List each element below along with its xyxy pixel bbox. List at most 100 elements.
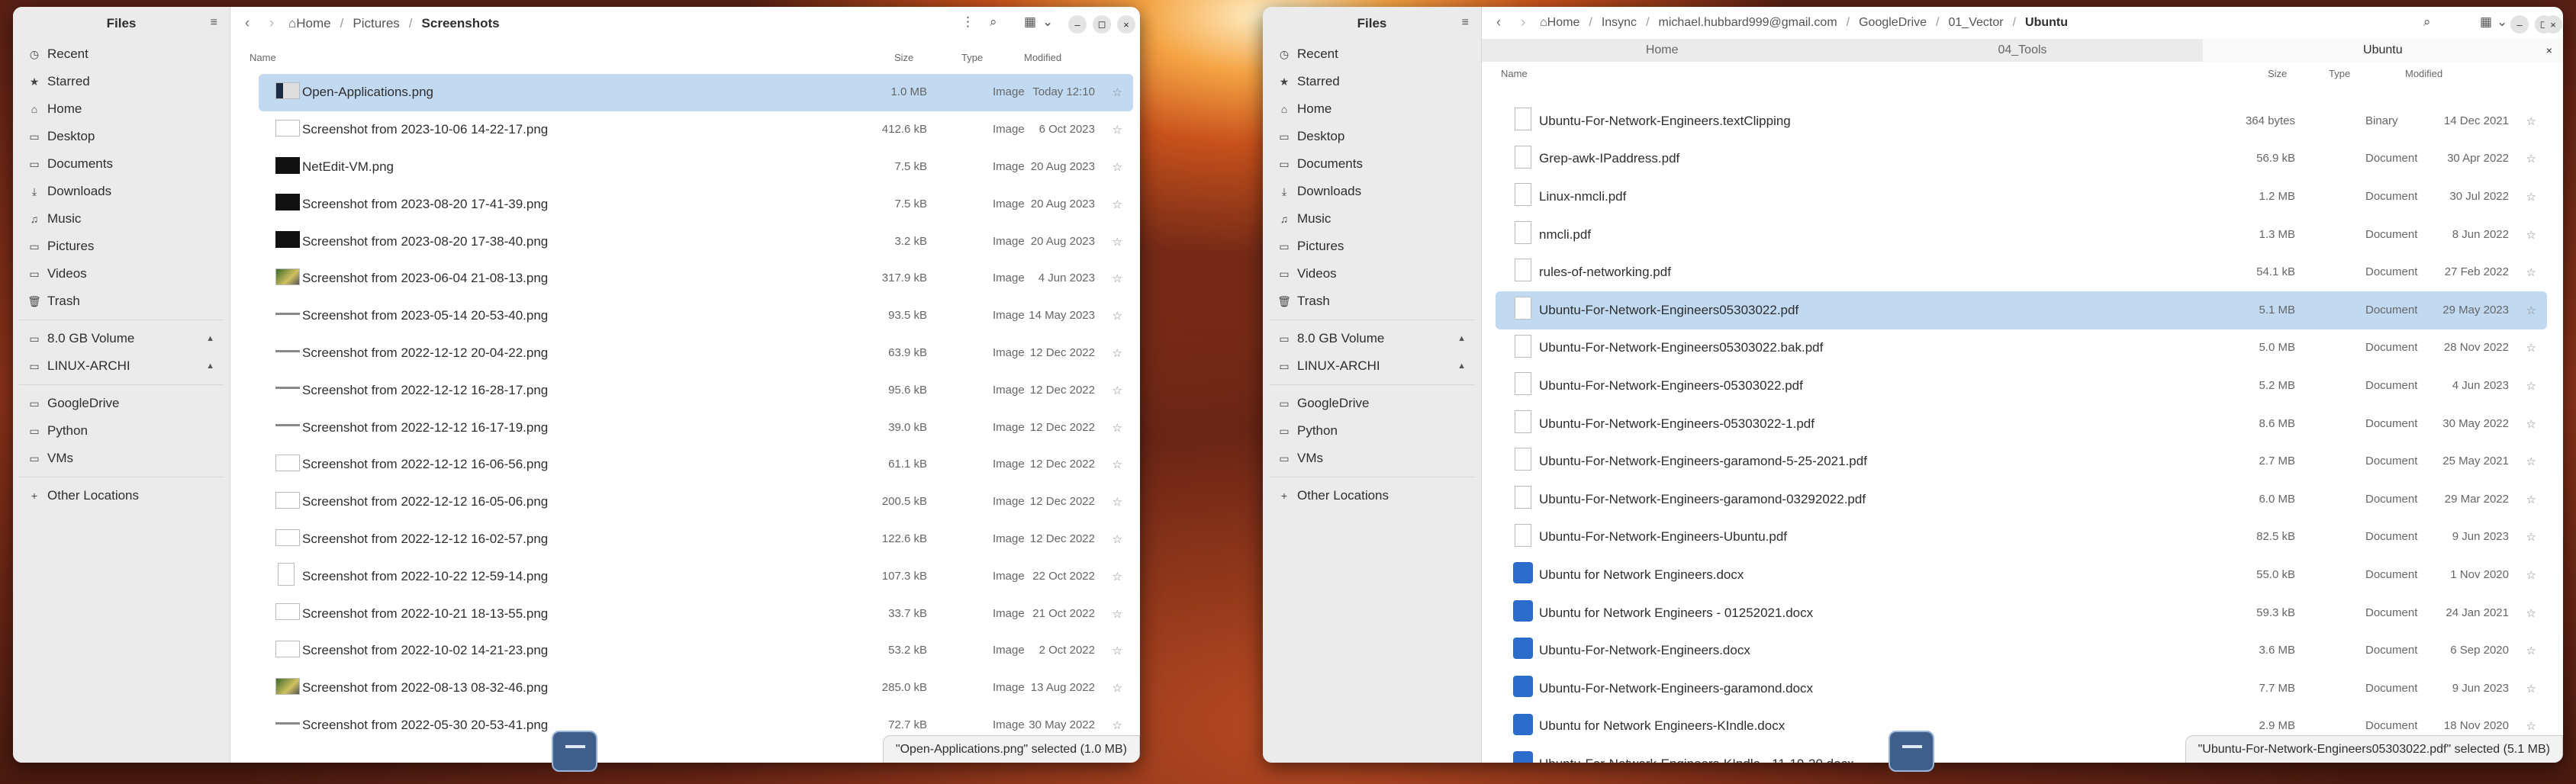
starred-row-icon[interactable]: ☆	[1113, 198, 1122, 211]
starred-row-icon[interactable]: ☆	[2526, 152, 2536, 165]
close-icon[interactable]: ×	[2544, 15, 2562, 34]
sidebar-item-other-locations[interactable]: + Other Locations	[13, 482, 230, 509]
sidebar-item-python[interactable]: ▭ Python	[13, 417, 230, 445]
starred-row-icon[interactable]: ☆	[1113, 160, 1122, 174]
file-row[interactable]: Screenshot from 2022-12-12 16-06-56.png 6…	[259, 446, 1133, 484]
file-row[interactable]: Ubuntu-For-Network-Engineers-garamond-03…	[1496, 480, 2547, 519]
chevron-down-icon[interactable]: ⌄	[1042, 14, 1053, 30]
file-row[interactable]: Screenshot from 2022-08-13 08-32-46.png 2…	[259, 670, 1133, 707]
column-type[interactable]: Type	[2329, 68, 2350, 79]
starred-row-icon[interactable]: ☆	[1113, 570, 1122, 583]
starred-row-icon[interactable]: ☆	[1113, 384, 1122, 397]
file-row[interactable]: Ubuntu-For-Network-Engineers-05303022-1.…	[1496, 405, 2547, 443]
file-row[interactable]: Screenshot from 2023-05-14 20-53-40.png 9…	[259, 297, 1133, 335]
dock-files-icon[interactable]	[1889, 731, 1934, 772]
column-name[interactable]: Name	[250, 52, 276, 63]
file-row[interactable]: Screenshot from 2022-12-12 16-05-06.png 2…	[259, 484, 1133, 521]
starred-row-icon[interactable]: ☆	[2526, 606, 2536, 620]
sidebar-item-desktop[interactable]: ▭ Desktop	[13, 123, 230, 150]
close-icon[interactable]: ×	[1117, 15, 1135, 34]
sidebar-item-googledrive[interactable]: ▭ GoogleDrive	[1263, 390, 1481, 417]
tab-04-tools[interactable]: 04_Tools	[1842, 39, 2202, 62]
column-name[interactable]: Name	[1501, 68, 1528, 79]
starred-row-icon[interactable]: ☆	[1113, 607, 1122, 621]
starred-row-icon[interactable]: ☆	[2526, 379, 2536, 393]
sidebar-item-home[interactable]: ⌂ Home	[1263, 95, 1481, 123]
file-row[interactable]: Ubuntu for Network Engineers - 01252021.…	[1496, 594, 2547, 632]
column-type[interactable]: Type	[961, 52, 983, 63]
file-row[interactable]: Ubuntu-For-Network-Engineers-Ubuntu.pdf 8…	[1496, 519, 2547, 557]
sidebar-item-googledrive[interactable]: ▭ GoogleDrive	[13, 390, 230, 417]
starred-row-icon[interactable]: ☆	[2526, 455, 2536, 468]
starred-row-icon[interactable]: ☆	[2526, 644, 2536, 657]
column-size[interactable]: Size	[894, 52, 913, 63]
starred-row-icon[interactable]: ☆	[2526, 304, 2536, 317]
eject-icon[interactable]: ▲	[206, 334, 214, 343]
starred-row-icon[interactable]: ☆	[2526, 114, 2536, 128]
file-row[interactable]: NetEdit-VM.png 7.5 kB Image 20 Aug 2023 ☆	[259, 149, 1133, 186]
starred-row-icon[interactable]: ☆	[2526, 417, 2536, 431]
sidebar-item-documents[interactable]: ▭ Documents	[1263, 150, 1481, 178]
maximize-icon[interactable]: ◻	[1093, 15, 1111, 34]
grid-view-icon[interactable]: ▦	[2480, 14, 2492, 30]
file-row[interactable]: Screenshot from 2022-10-21 18-13-55.png 3…	[259, 595, 1133, 632]
breadcrumb-item[interactable]: michael.hubbard999@gmail.com	[1659, 16, 1837, 30]
sidebar-item-music[interactable]: ♫ Music	[1263, 205, 1481, 233]
sidebar-item-desktop[interactable]: ▭ Desktop	[1263, 123, 1481, 150]
back-icon[interactable]: ‹	[1486, 14, 1511, 31]
file-row[interactable]: Screenshot from 2023-06-04 21-08-13.png 3…	[259, 260, 1133, 297]
sidebar-item-vms[interactable]: ▭ VMs	[13, 445, 230, 472]
file-row[interactable]: Ubuntu-For-Network-Engineers.docx 3.6 MB D…	[1496, 631, 2547, 670]
column-modified[interactable]: Modified	[1024, 52, 1061, 63]
file-row[interactable]: Screenshot from 2022-10-22 12-59-14.png 1…	[259, 557, 1133, 595]
sidebar-item-home[interactable]: ⌂ Home	[13, 95, 230, 123]
starred-row-icon[interactable]: ☆	[1113, 421, 1122, 435]
sidebar-item-python[interactable]: ▭ Python	[1263, 417, 1481, 445]
eject-icon[interactable]: ▲	[206, 361, 214, 371]
breadcrumb-item[interactable]: 01_Vector	[1949, 16, 2004, 30]
file-row[interactable]: Ubuntu-For-Network-Engineers05303022.pdf…	[1496, 291, 2547, 329]
file-row[interactable]: Screenshot from 2022-12-12 16-02-57.png 1…	[259, 521, 1133, 558]
chevron-down-icon[interactable]: ⌄	[2497, 14, 2507, 30]
column-modified[interactable]: Modified	[2405, 68, 2442, 79]
starred-row-icon[interactable]: ☆	[2526, 493, 2536, 506]
file-row[interactable]: Screenshot from 2022-10-02 14-21-23.png 5…	[259, 632, 1133, 670]
tab-ubuntu[interactable]: Ubuntu ×	[2202, 39, 2563, 62]
starred-row-icon[interactable]: ☆	[2526, 530, 2536, 544]
starred-row-icon[interactable]: ☆	[1113, 272, 1122, 285]
sidebar-item-trash[interactable]: 🗑 Trash	[1263, 288, 1481, 315]
file-row[interactable]: Screenshot from 2022-12-12 20-04-22.png 6…	[259, 335, 1133, 372]
eject-icon[interactable]: ▲	[1457, 361, 1466, 371]
sidebar-item-pictures[interactable]: ▭ Pictures	[1263, 233, 1481, 260]
dock-files-icon[interactable]	[552, 731, 597, 772]
starred-row-icon[interactable]: ☆	[2526, 682, 2536, 696]
sidebar-item-videos[interactable]: ▭ Videos	[1263, 260, 1481, 288]
starred-row-icon[interactable]: ☆	[2526, 265, 2536, 279]
forward-icon[interactable]: ›	[259, 15, 284, 32]
sidebar-item-recent[interactable]: ◷ Recent	[13, 40, 230, 68]
file-row[interactable]: Ubuntu for Network Engineers.docx 55.0 kB…	[1496, 556, 2547, 594]
file-row[interactable]: Open-Applications.png 1.0 MB Image Today 12…	[259, 74, 1133, 111]
hamburger-icon[interactable]: ≡	[1462, 16, 1469, 30]
sidebar-item-recent[interactable]: ◷ Recent	[1263, 40, 1481, 68]
sidebar-item-starred[interactable]: ★ Starred	[1263, 68, 1481, 95]
sidebar-item-downloads[interactable]: ⤓ Downloads	[13, 178, 230, 205]
sidebar-item-downloads[interactable]: ⤓ Downloads	[1263, 178, 1481, 205]
file-row[interactable]: rules-of-networking.pdf 54.1 kB Document 27…	[1496, 253, 2547, 291]
starred-row-icon[interactable]: ☆	[1113, 346, 1122, 360]
sidebar-item-linux-archi[interactable]: ▭ LINUX-ARCHI ▲	[1263, 352, 1481, 380]
sidebar-item-videos[interactable]: ▭ Videos	[13, 260, 230, 288]
breadcrumb-item[interactable]: GoogleDrive	[1859, 16, 1927, 30]
file-row[interactable]: Linux-nmcli.pdf 1.2 MB Document 30 Jul 2022…	[1496, 178, 2547, 216]
file-row[interactable]: Screenshot from 2022-12-12 16-17-19.png 3…	[259, 409, 1133, 446]
starred-row-icon[interactable]: ☆	[2526, 719, 2536, 733]
file-row[interactable]: Ubuntu-For-Network-Engineers05303022.bak…	[1496, 329, 2547, 368]
close-icon[interactable]: ×	[2546, 44, 2552, 56]
sidebar-item-documents[interactable]: ▭ Documents	[13, 150, 230, 178]
file-row[interactable]: Ubuntu-For-Network-Engineers-05303022.pd…	[1496, 367, 2547, 405]
starred-row-icon[interactable]: ☆	[2526, 228, 2536, 242]
starred-row-icon[interactable]: ☆	[1113, 85, 1122, 99]
starred-row-icon[interactable]: ☆	[1113, 235, 1122, 249]
file-row[interactable]: Screenshot from 2023-08-20 17-38-40.png 3…	[259, 223, 1133, 260]
sidebar-item-trash[interactable]: 🗑 Trash	[13, 288, 230, 315]
